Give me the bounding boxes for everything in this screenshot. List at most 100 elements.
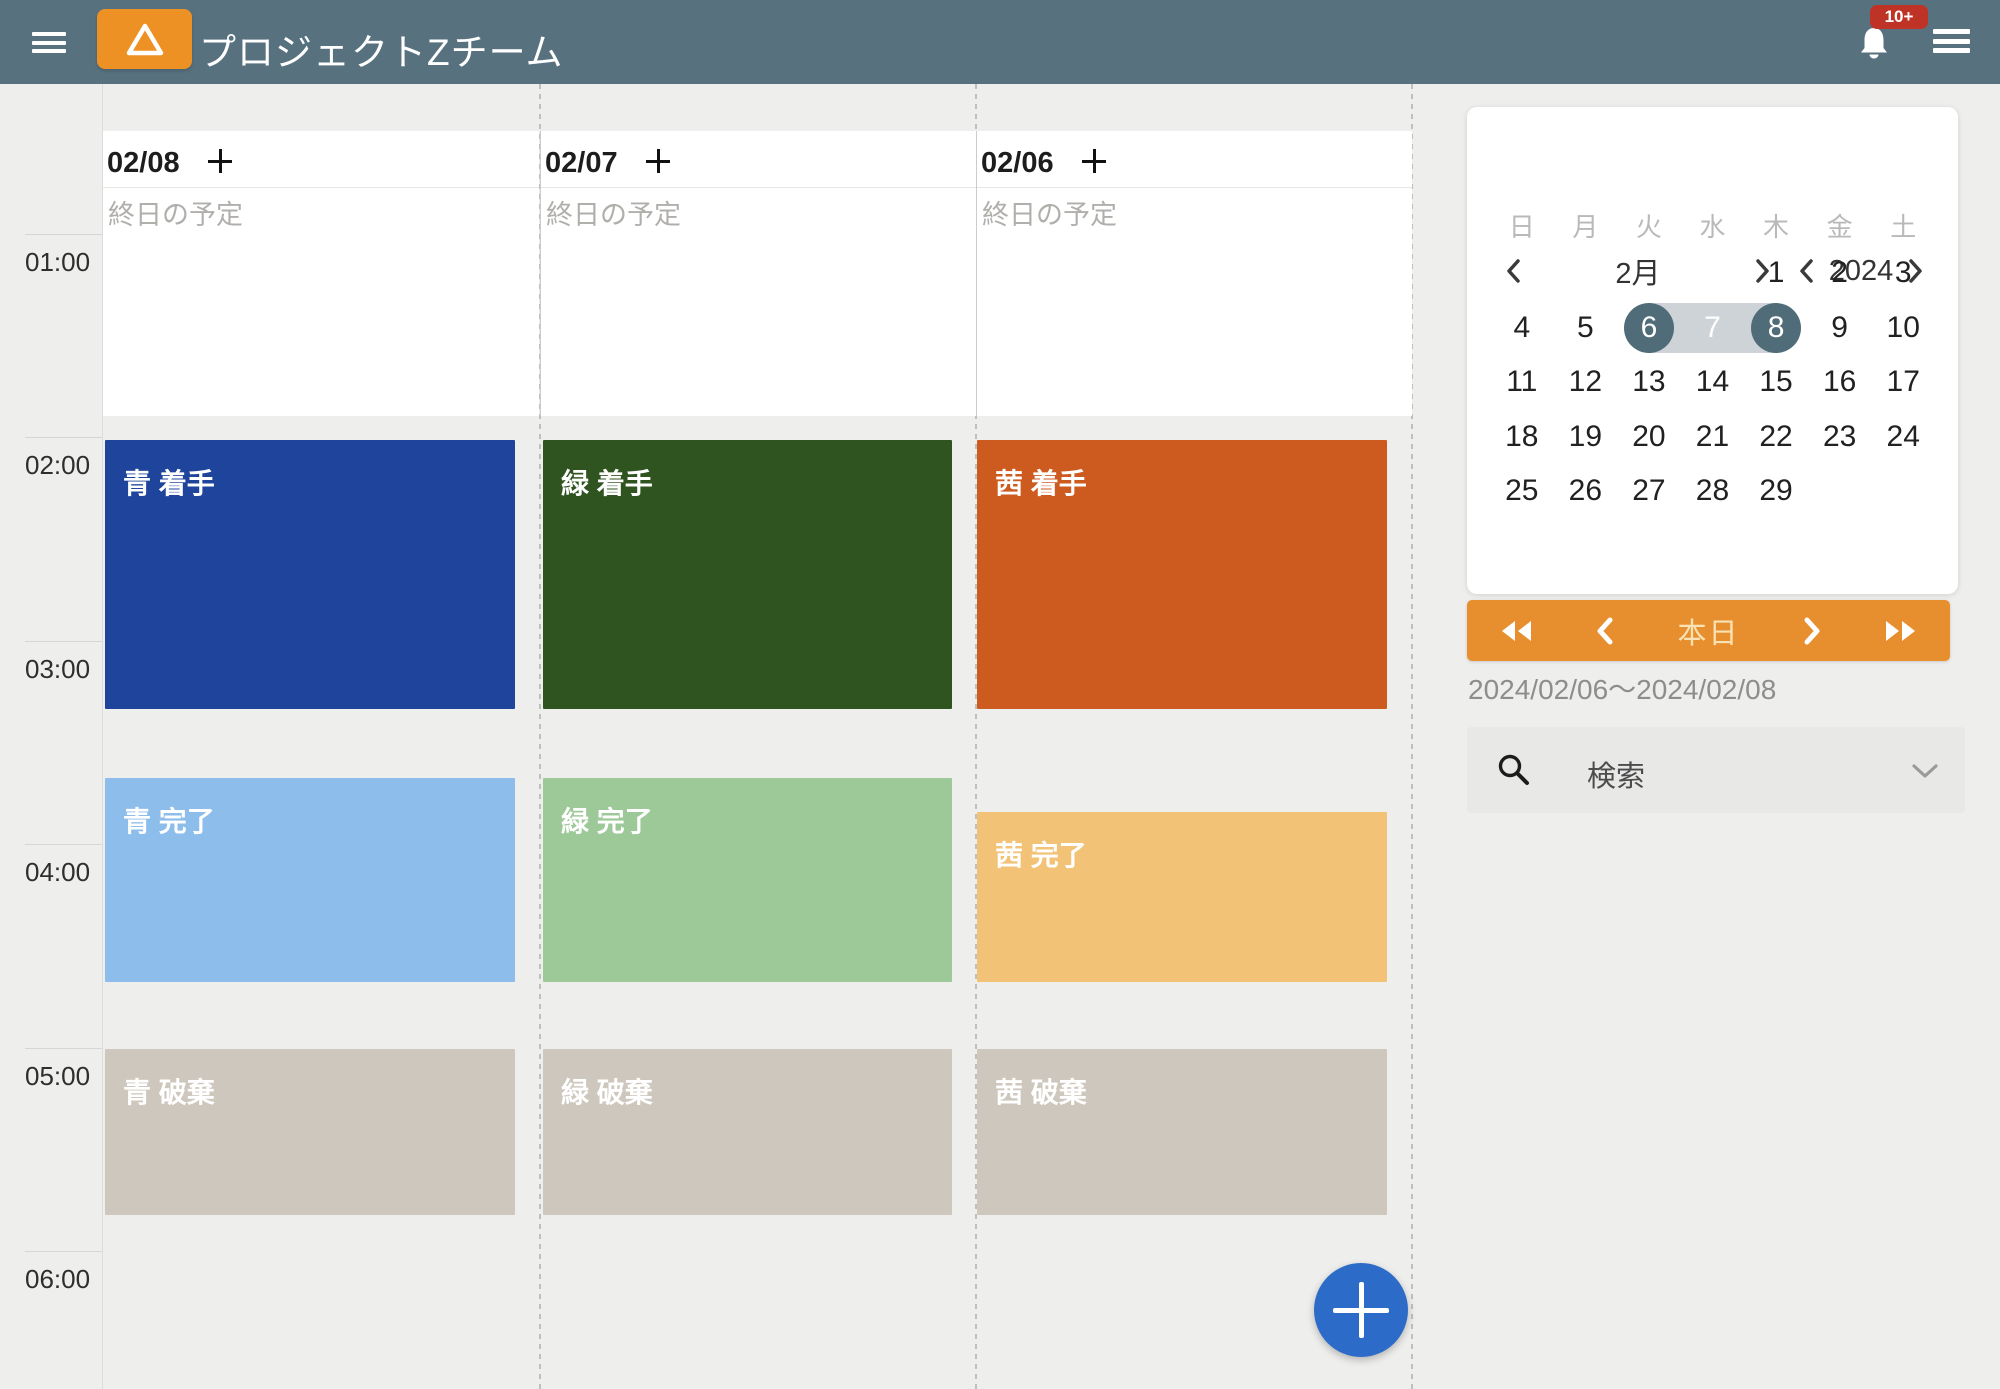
day-header: 02/07	[541, 131, 976, 188]
day-cell[interactable]: 15	[1744, 355, 1808, 410]
allday-placeholder[interactable]: 終日の予定	[546, 193, 681, 232]
day-cell[interactable]: 2	[1808, 246, 1872, 301]
event-blue-discard[interactable]: 青 破棄	[105, 1049, 515, 1215]
day-cell[interactable]: 23	[1808, 410, 1872, 465]
search-icon	[1497, 753, 1531, 792]
day-cell[interactable]: 1	[1744, 246, 1808, 301]
event-label: 緑 完了	[561, 800, 653, 840]
date-label: 02/08	[107, 147, 180, 180]
event-label: 青 完了	[123, 800, 215, 840]
day-cell[interactable]: 3	[1871, 246, 1935, 301]
weekday-label: 水	[1681, 205, 1745, 245]
weekday-label: 月	[1554, 205, 1618, 245]
event-green-discard[interactable]: 緑 破棄	[543, 1049, 952, 1215]
allday-placeholder[interactable]: 終日の予定	[982, 193, 1117, 232]
event-green-done[interactable]: 緑 完了	[543, 778, 952, 982]
day-cell-in-range[interactable]: 7	[1681, 301, 1745, 356]
empty-cell	[1681, 246, 1745, 301]
mini-calendar: 2月 2024 日 月 火 水 木 金 土 1 2	[1467, 107, 1958, 594]
prev-range-chevron-icon[interactable]	[1597, 617, 1613, 645]
event-green-start[interactable]: 緑 着手	[543, 440, 952, 709]
event-blue-start[interactable]: 青 着手	[105, 440, 515, 709]
event-label: 青 着手	[123, 462, 215, 502]
add-event-fab[interactable]	[1314, 1263, 1408, 1357]
day-cell[interactable]: 26	[1554, 464, 1618, 519]
add-event-icon[interactable]	[646, 149, 670, 173]
next-range-chevron-icon[interactable]	[1804, 617, 1820, 645]
day-cell[interactable]: 21	[1681, 410, 1745, 465]
calendar-app: 01:00 02:00 03:00 04:00 05:00 06:00 02/0…	[0, 0, 2000, 1389]
day-cell[interactable]: 10	[1871, 301, 1935, 356]
range-nav-bar: 本日	[1467, 600, 1950, 661]
empty-cell	[1490, 246, 1554, 301]
event-blue-done[interactable]: 青 完了	[105, 778, 515, 982]
time-label: 02:00	[25, 450, 95, 481]
date-range-text: 2024/02/06〜2024/02/08	[1468, 668, 1776, 708]
day-cell[interactable]: 4	[1490, 301, 1554, 356]
hour-line	[25, 641, 102, 642]
empty-cell	[1617, 246, 1681, 301]
empty-cell	[1554, 246, 1618, 301]
event-red-done[interactable]: 茜 完了	[977, 812, 1387, 982]
time-label: 06:00	[25, 1264, 95, 1295]
day-cell[interactable]: 13	[1617, 355, 1681, 410]
mini-calendar-grid: 1 2 3 4 5 6 7 8 9 10 11 12 13 14 15 16 1…	[1490, 246, 1935, 519]
day-cell[interactable]: 16	[1808, 355, 1872, 410]
event-label: 茜 着手	[995, 462, 1087, 502]
fast-forward-icon[interactable]	[1884, 618, 1918, 644]
overflow-menu-icon[interactable]	[1933, 29, 1970, 53]
day-cell[interactable]: 25	[1490, 464, 1554, 519]
weekday-label: 木	[1744, 205, 1808, 245]
day-cell[interactable]: 22	[1744, 410, 1808, 465]
day-column-0206: 02/06 終日の予定	[977, 131, 1412, 416]
day-cell-selected-end[interactable]: 8	[1744, 301, 1808, 356]
fast-backward-icon[interactable]	[1499, 618, 1533, 644]
add-event-icon[interactable]	[1082, 149, 1106, 173]
allday-placeholder[interactable]: 終日の予定	[108, 193, 243, 232]
event-label: 緑 破棄	[561, 1071, 653, 1111]
add-event-icon[interactable]	[208, 149, 232, 173]
day-cell[interactable]: 20	[1617, 410, 1681, 465]
chevron-down-icon[interactable]	[1911, 763, 1939, 784]
day-header: 02/08	[103, 131, 539, 188]
day-header: 02/06	[977, 131, 1412, 188]
day-cell[interactable]: 24	[1871, 410, 1935, 465]
day-cell[interactable]: 9	[1808, 301, 1872, 356]
day-cell[interactable]: 11	[1490, 355, 1554, 410]
weekday-label: 金	[1808, 205, 1872, 245]
day-column-0207: 02/07 終日の予定	[541, 131, 976, 416]
day-cell[interactable]: 19	[1554, 410, 1618, 465]
day-cell[interactable]: 12	[1554, 355, 1618, 410]
day-cell-selected-start[interactable]: 6	[1617, 301, 1681, 356]
event-label: 緑 着手	[561, 462, 653, 502]
event-red-discard[interactable]: 茜 破棄	[977, 1049, 1387, 1215]
bell-icon[interactable]	[1856, 24, 1892, 62]
event-label: 青 破棄	[123, 1071, 215, 1111]
hour-line	[25, 1251, 102, 1252]
time-label: 03:00	[25, 654, 95, 685]
hour-line	[25, 1048, 102, 1049]
weekday-label: 土	[1871, 205, 1935, 245]
app-logo[interactable]	[97, 9, 192, 69]
day-cell[interactable]: 28	[1681, 464, 1745, 519]
event-label: 茜 破棄	[995, 1071, 1087, 1111]
day-cell[interactable]: 29	[1744, 464, 1808, 519]
event-label: 茜 完了	[995, 834, 1087, 874]
time-label: 01:00	[25, 247, 95, 278]
weekday-row: 日 月 火 水 木 金 土	[1490, 205, 1935, 245]
today-button[interactable]: 本日	[1677, 610, 1739, 652]
date-label: 02/07	[545, 147, 618, 180]
hour-line	[25, 844, 102, 845]
weekday-label: 日	[1490, 205, 1554, 245]
day-cell[interactable]: 27	[1617, 464, 1681, 519]
search-bar[interactable]: 検索	[1467, 727, 1965, 813]
date-label: 02/06	[981, 147, 1054, 180]
day-cell[interactable]: 5	[1554, 301, 1618, 356]
event-red-start[interactable]: 茜 着手	[977, 440, 1387, 709]
notification-badge: 10+	[1870, 5, 1928, 29]
day-cell[interactable]: 17	[1871, 355, 1935, 410]
day-cell[interactable]: 18	[1490, 410, 1554, 465]
app-bar: プロジェクトZチーム 10+	[0, 0, 2000, 84]
menu-icon[interactable]	[32, 32, 66, 53]
day-cell[interactable]: 14	[1681, 355, 1745, 410]
